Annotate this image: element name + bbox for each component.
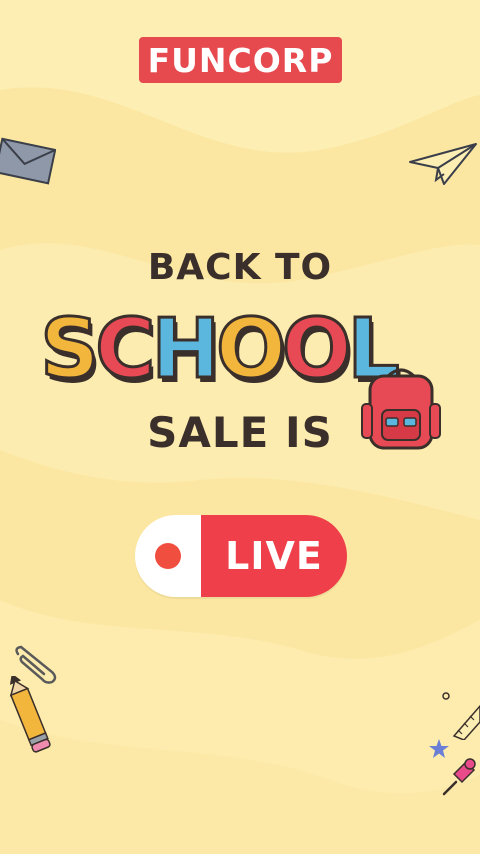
school-letter: H	[150, 302, 222, 397]
pushpin-icon	[442, 758, 476, 796]
logo-text: FUNCORP	[147, 40, 334, 80]
school-letter: C	[94, 302, 157, 397]
live-label: LIVE	[225, 534, 323, 578]
star-icon	[429, 739, 449, 758]
headline-school: SCHOOL	[39, 302, 402, 397]
live-dot-icon	[155, 543, 181, 569]
headline-back-to: BACK TO	[147, 247, 333, 288]
pencil-icon	[9, 676, 51, 753]
live-badge: LIVE	[135, 515, 347, 597]
school-letter: S	[39, 302, 101, 397]
live-label-container: LIVE	[201, 515, 347, 597]
paper-plane-icon	[409, 143, 477, 185]
funcorp-logo: FUNCORP	[139, 37, 342, 83]
school-letter: O	[215, 302, 288, 397]
headline-sale-is: SALE IS	[147, 408, 333, 457]
envelope-icon	[0, 137, 56, 185]
ruler-icon	[442, 692, 480, 740]
school-letter: O	[280, 302, 353, 397]
